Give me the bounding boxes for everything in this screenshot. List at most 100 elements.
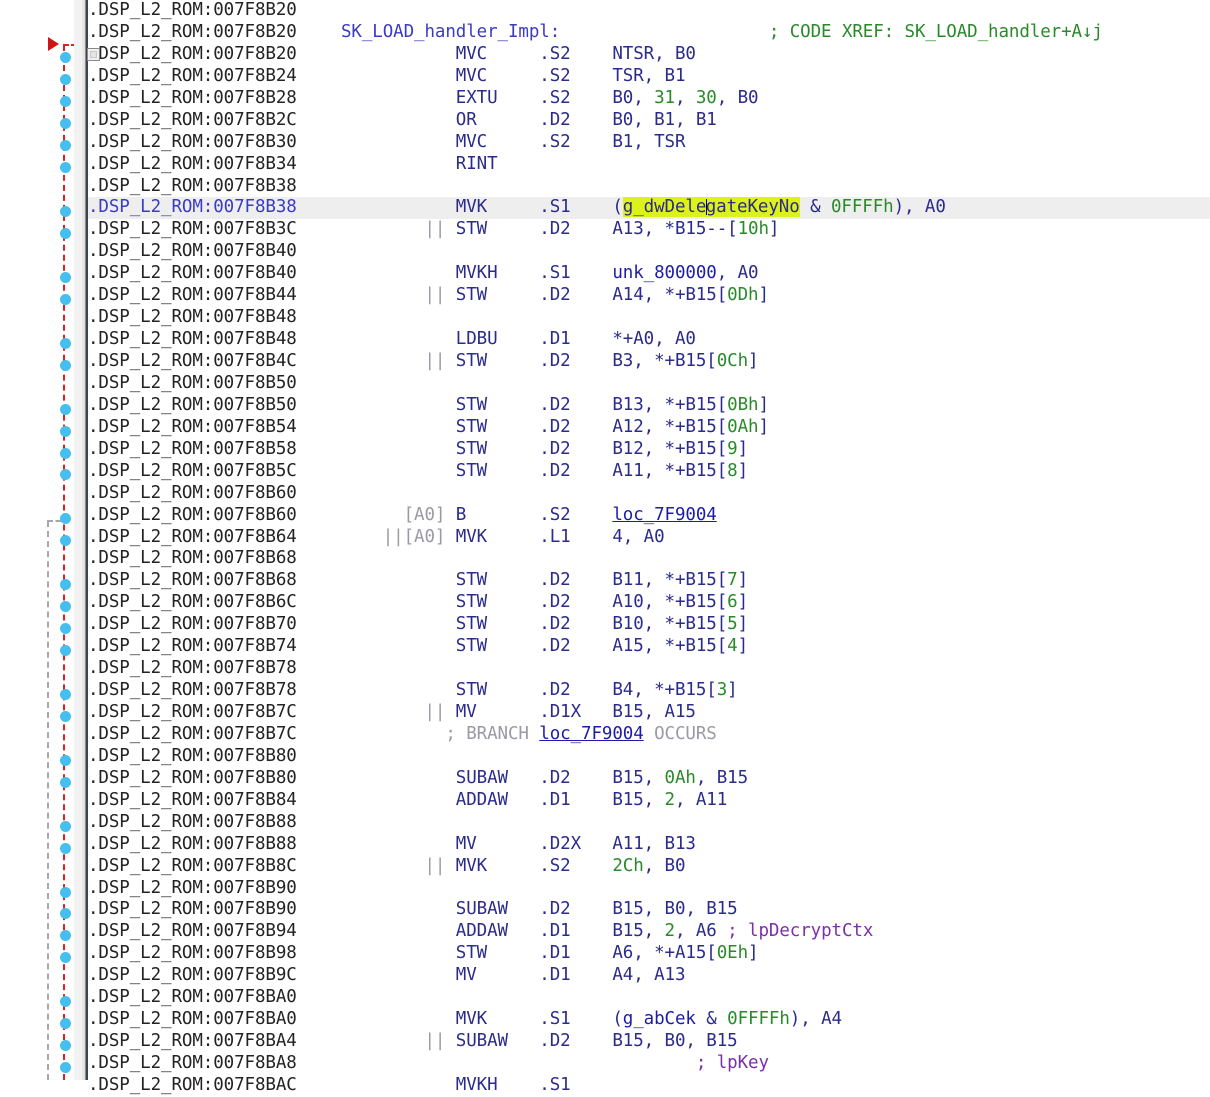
instruction-mnemonic[interactable]: MVK bbox=[456, 1009, 540, 1029]
instruction-mnemonic[interactable]: STW bbox=[456, 461, 540, 481]
function-label[interactable]: SK_LOAD_handler_Impl: bbox=[341, 22, 560, 42]
instruction-mnemonic[interactable]: RINT bbox=[456, 154, 540, 174]
operands[interactable]: (g_abCek & 0FFFFh), A4 bbox=[612, 1009, 842, 1029]
line-marker-dot[interactable] bbox=[60, 710, 71, 722]
instruction-mnemonic[interactable]: EXTU bbox=[456, 88, 540, 108]
disassembly-line[interactable]: .DSP_L2_ROM:007F8B5C STW .D2 A11, *+B15[… bbox=[88, 461, 1210, 483]
disassembly-line[interactable]: .DSP_L2_ROM:007F8B70 STW .D2 B10, *+B15[… bbox=[88, 614, 1210, 636]
disassembly-line[interactable]: .DSP_L2_ROM:007F8B88 MV .D2X A11, B13 bbox=[88, 834, 1210, 856]
instruction-mnemonic[interactable]: MV bbox=[456, 965, 540, 985]
disassembly-line[interactable]: .DSP_L2_ROM:007F8B20 bbox=[88, 0, 1210, 22]
line-marker-dot[interactable] bbox=[60, 52, 71, 64]
disassembly-line[interactable]: .DSP_L2_ROM:007F8B88 bbox=[88, 812, 1210, 834]
disassembly-line[interactable]: .DSP_L2_ROM:007F8B24 MVC .S2 TSR, B1 bbox=[88, 66, 1210, 88]
disassembly-line[interactable]: .DSP_L2_ROM:007F8B6C STW .D2 A10, *+B15[… bbox=[88, 592, 1210, 614]
instruction-mnemonic[interactable]: STW bbox=[456, 439, 540, 459]
operands[interactable]: *+A0, A0 bbox=[612, 329, 696, 349]
line-marker-dot[interactable] bbox=[60, 271, 71, 283]
operands[interactable]: B13, *+B15[0Bh] bbox=[612, 395, 769, 415]
line-marker-dot[interactable] bbox=[60, 1062, 71, 1074]
line-marker-dot[interactable] bbox=[60, 908, 71, 920]
disassembly-line[interactable]: .DSP_L2_ROM:007F8BA0 MVK .S1 (g_abCek & … bbox=[88, 1009, 1210, 1031]
disassembly-line[interactable]: .DSP_L2_ROM:007F8B58 STW .D2 B12, *+B15[… bbox=[88, 439, 1210, 461]
instruction-mnemonic[interactable]: MVKH bbox=[456, 1075, 540, 1095]
line-marker-dot[interactable] bbox=[60, 206, 71, 218]
instruction-mnemonic[interactable]: STW bbox=[456, 614, 540, 634]
disassembly-line[interactable]: .DSP_L2_ROM:007F8B78 STW .D2 B4, *+B15[3… bbox=[88, 680, 1210, 702]
disassembly-line[interactable]: .DSP_L2_ROM:007F8B28 EXTU .S2 B0, 31, 30… bbox=[88, 88, 1210, 110]
disassembly-line[interactable]: .DSP_L2_ROM:007F8B90 SUBAW .D2 B15, B0, … bbox=[88, 899, 1210, 921]
disassembly-line[interactable]: .DSP_L2_ROM:007F8BA4 || SUBAW .D2 B15, B… bbox=[88, 1031, 1210, 1053]
operands[interactable]: unk_800000, A0 bbox=[612, 263, 758, 283]
disassembly-line[interactable]: .DSP_L2_ROM:007F8B8C || MVK .S2 2Ch, B0 bbox=[88, 856, 1210, 878]
instruction-mnemonic[interactable]: STW bbox=[456, 680, 540, 700]
instruction-mnemonic[interactable]: MVC bbox=[456, 44, 540, 64]
line-marker-dot[interactable] bbox=[60, 1040, 71, 1052]
instruction-mnemonic[interactable]: STW bbox=[456, 570, 540, 590]
line-marker-dot[interactable] bbox=[60, 688, 71, 700]
data-xref-link[interactable]: unk_800000 bbox=[612, 263, 716, 283]
instruction-mnemonic[interactable]: STW bbox=[456, 285, 540, 305]
line-marker-dot[interactable] bbox=[60, 842, 71, 854]
instruction-mnemonic[interactable]: STW bbox=[456, 219, 540, 239]
operands[interactable]: B12, *+B15[9] bbox=[612, 439, 748, 459]
line-marker-dot[interactable] bbox=[60, 228, 71, 239]
line-marker-dot[interactable] bbox=[60, 1018, 71, 1030]
disassembly-line[interactable]: .DSP_L2_ROM:007F8B48 bbox=[88, 307, 1210, 329]
instruction-mnemonic[interactable]: STW bbox=[456, 636, 540, 656]
disassembly-line[interactable]: .DSP_L2_ROM:007F8BAC MVKH .S1 bbox=[88, 1075, 1210, 1097]
line-marker-dot[interactable] bbox=[60, 337, 71, 349]
line-marker-dot[interactable] bbox=[60, 447, 71, 459]
line-marker-dot[interactable] bbox=[60, 469, 71, 481]
operands[interactable]: B15, A15 bbox=[612, 702, 696, 722]
line-marker-dot[interactable] bbox=[60, 952, 71, 964]
instruction-mnemonic[interactable]: STW bbox=[456, 351, 540, 371]
operands[interactable]: 4, A0 bbox=[612, 527, 664, 547]
disassembly-line[interactable]: .DSP_L2_ROM:007F8B7C || MV .D1X B15, A15 bbox=[88, 702, 1210, 724]
operands[interactable]: A14, *+B15[0Dh] bbox=[612, 285, 769, 305]
instruction-mnemonic[interactable]: SUBAW bbox=[456, 899, 540, 919]
operands[interactable]: A10, *+B15[6] bbox=[612, 592, 748, 612]
instruction-mnemonic[interactable]: MVK bbox=[456, 197, 540, 217]
instruction-mnemonic[interactable]: STW bbox=[456, 592, 540, 612]
instruction-mnemonic[interactable]: STW bbox=[456, 943, 540, 963]
operands[interactable]: A13, *B15--[10h] bbox=[612, 219, 779, 239]
line-marker-dot[interactable] bbox=[60, 118, 71, 130]
global-symbol-link[interactable]: g_abCek bbox=[623, 1009, 696, 1029]
operands[interactable]: B1, TSR bbox=[612, 132, 685, 152]
instruction-mnemonic[interactable]: SUBAW bbox=[456, 768, 540, 788]
disassembly-line[interactable]: .DSP_L2_ROM:007F8B7C ; BRANCH loc_7F9004… bbox=[88, 724, 1210, 746]
operands[interactable]: (g_dwDelegateKeyNo & 0FFFFh), A0 bbox=[612, 197, 946, 218]
instruction-mnemonic[interactable]: ADDAW bbox=[456, 921, 540, 941]
line-marker-dot[interactable] bbox=[60, 579, 71, 591]
operands[interactable]: A6, *+A15[0Eh] bbox=[612, 943, 758, 963]
code-xref-link[interactable]: loc_7F9004 bbox=[612, 505, 716, 525]
disassembly-line[interactable]: .DSP_L2_ROM:007F8B94 ADDAW .D1 B15, 2, A… bbox=[88, 921, 1210, 943]
operands[interactable]: A15, *+B15[4] bbox=[612, 636, 748, 656]
disassembly-line[interactable]: .DSP_L2_ROM:007F8B48 LDBU .D1 *+A0, A0 bbox=[88, 329, 1210, 351]
disassembly-line[interactable]: .DSP_L2_ROM:007F8B20 MVC .S2 NTSR, B0 bbox=[87, 44, 1210, 66]
operands[interactable]: B0, 31, 30, B0 bbox=[612, 88, 758, 108]
operands[interactable]: A12, *+B15[0Ah] bbox=[612, 417, 769, 437]
disassembly-line[interactable]: .DSP_L2_ROM:007F8B60 [A0] B .S2 loc_7F90… bbox=[88, 505, 1210, 527]
instruction-mnemonic[interactable]: MVC bbox=[456, 66, 540, 86]
instruction-mnemonic[interactable]: MVK bbox=[456, 527, 540, 547]
disassembly-line[interactable]: .DSP_L2_ROM:007F8B9C MV .D1 A4, A13 bbox=[88, 965, 1210, 987]
disassembly-line[interactable]: .DSP_L2_ROM:007F8BA0 bbox=[88, 987, 1210, 1009]
operands[interactable]: B10, *+B15[5] bbox=[612, 614, 748, 634]
disassembly-line[interactable]: .DSP_L2_ROM:007F8B4C || STW .D2 B3, *+B1… bbox=[88, 351, 1210, 373]
line-marker-dot[interactable] bbox=[60, 535, 71, 547]
instruction-mnemonic[interactable]: MVC bbox=[456, 132, 540, 152]
operands[interactable]: NTSR, B0 bbox=[612, 44, 696, 64]
line-marker-dot[interactable] bbox=[60, 293, 71, 305]
instruction-mnemonic[interactable]: MV bbox=[456, 834, 540, 854]
line-marker-dot[interactable] bbox=[60, 96, 71, 108]
instruction-mnemonic[interactable]: ADDAW bbox=[456, 790, 540, 810]
instruction-mnemonic[interactable]: MVKH bbox=[456, 263, 540, 283]
disassembly-line[interactable]: .DSP_L2_ROM:007F8B74 STW .D2 A15, *+B15[… bbox=[88, 636, 1210, 658]
line-marker-dot[interactable] bbox=[60, 425, 71, 437]
disassembly-line[interactable]: .DSP_L2_ROM:007F8B50 STW .D2 B13, *+B15[… bbox=[88, 395, 1210, 417]
disassembly-line[interactable]: .DSP_L2_ROM:007F8B84 ADDAW .D1 B15, 2, A… bbox=[88, 790, 1210, 812]
disassembly-line[interactable]: .DSP_L2_ROM:007F8B68 bbox=[88, 548, 1210, 570]
line-marker-dot[interactable] bbox=[60, 645, 71, 657]
